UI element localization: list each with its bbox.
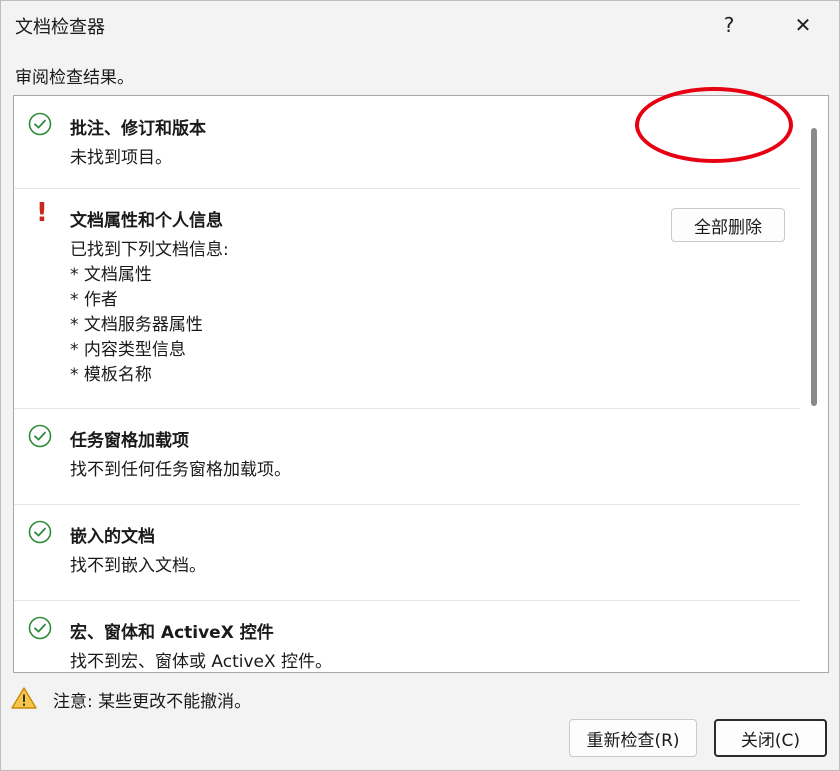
section-document-properties: ! 文档属性和个人信息 已找到下列文档信息: * 文档属性 * 作者 * 文档服… (14, 188, 800, 409)
description-line: 找不到任何任务窗格加载项。 (70, 460, 291, 480)
section-embedded-documents: 嵌入的文档 找不到嵌入文档。 (14, 504, 800, 601)
review-instructions: 审阅检查结果。 (15, 68, 134, 88)
description-line: 已找到下列文档信息: (70, 240, 229, 260)
description-line: * 内容类型信息 (70, 340, 186, 360)
warning-message: 注意: 某些更改不能撤消。 (53, 692, 252, 712)
check-circle-icon (28, 520, 52, 544)
exclamation-icon: ! (36, 198, 48, 228)
description-line: 找不到宏、窗体或 ActiveX 控件。 (70, 652, 333, 672)
description-line: * 作者 (70, 290, 118, 310)
section-macros-activex: 宏、窗体和 ActiveX 控件 找不到宏、窗体或 ActiveX 控件。 (14, 600, 800, 672)
document-inspector-dialog: 文档检查器 ? ✕ 审阅检查结果。 批注、修订和版本 未找到项目。 ! 文档属性… (0, 0, 840, 771)
title-bar: 文档检查器 ? ✕ (1, 1, 839, 49)
section-title: 嵌入的文档 (70, 527, 155, 547)
description-line: * 文档属性 (70, 265, 152, 285)
section-description: 找不到嵌入文档。 (70, 554, 206, 579)
description-line: 找不到嵌入文档。 (70, 556, 206, 576)
description-line: * 文档服务器属性 (70, 315, 203, 335)
section-description: 未找到项目。 (70, 146, 172, 171)
section-title: 任务窗格加载项 (70, 431, 189, 451)
scrollbar-thumb[interactable] (811, 128, 817, 406)
description-line: * 模板名称 (70, 365, 152, 385)
section-title: 文档属性和个人信息 (70, 211, 223, 231)
remove-all-button[interactable]: 全部删除 (671, 208, 785, 242)
help-button[interactable]: ? (699, 1, 759, 49)
check-circle-icon (28, 424, 52, 448)
check-circle-icon (28, 112, 52, 136)
section-description: 找不到任何任务窗格加载项。 (70, 458, 291, 483)
section-title: 批注、修订和版本 (70, 119, 206, 139)
close-window-button[interactable]: ✕ (773, 1, 833, 49)
vertical-scrollbar[interactable] (800, 96, 828, 672)
close-button[interactable]: 关闭(C) (714, 719, 827, 757)
section-task-pane-addins: 任务窗格加载项 找不到任何任务窗格加载项。 (14, 408, 800, 505)
dialog-title: 文档检查器 (15, 17, 105, 38)
warning-icon (11, 687, 37, 709)
check-circle-icon (28, 616, 52, 640)
section-comments: 批注、修订和版本 未找到项目。 (14, 96, 800, 189)
reinspect-button[interactable]: 重新检查(R) (569, 719, 697, 757)
section-description: 已找到下列文档信息: * 文档属性 * 作者 * 文档服务器属性 * 内容类型信… (70, 238, 229, 388)
results-list: 批注、修订和版本 未找到项目。 ! 文档属性和个人信息 已找到下列文档信息: *… (13, 95, 829, 673)
section-description: 找不到宏、窗体或 ActiveX 控件。 (70, 650, 333, 672)
section-title: 宏、窗体和 ActiveX 控件 (70, 623, 274, 643)
description-line: 未找到项目。 (70, 148, 172, 168)
